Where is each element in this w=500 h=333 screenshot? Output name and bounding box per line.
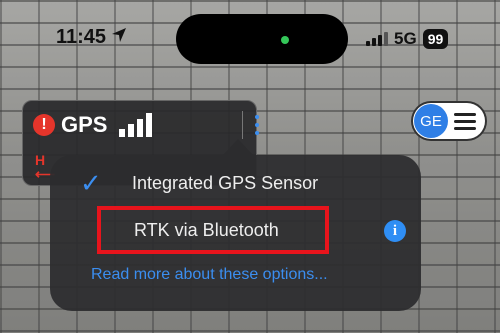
time-text: 11:45 (56, 26, 107, 48)
status-time: 11:45 (56, 26, 127, 49)
dynamic-island (176, 14, 348, 64)
status-indicators: 5G 99 (366, 29, 449, 49)
battery-indicator: 99 (422, 29, 449, 49)
option-integrated-gps[interactable]: ✓ Integrated GPS Sensor (80, 170, 318, 196)
network-type: 5G (394, 29, 417, 48)
warning-icon: ! (33, 114, 55, 136)
hamburger-icon (454, 112, 476, 130)
option-label: RTK via Bluetooth (134, 219, 279, 240)
popover-arrow (222, 139, 254, 156)
camera-indicator-dot (281, 36, 289, 44)
signal-bars-icon (119, 113, 153, 137)
navigation-arrow-icon (111, 26, 127, 49)
kebab-menu-icon[interactable] (250, 109, 264, 141)
ge-label: GE (414, 104, 448, 138)
cellular-signal-icon (366, 32, 388, 46)
gps-label: GPS (61, 112, 108, 137)
info-icon[interactable]: i (384, 220, 406, 242)
option-rtk-bluetooth[interactable]: RTK via Bluetooth (97, 206, 329, 254)
ge-toggle-button[interactable]: GE (413, 103, 485, 139)
read-more-link[interactable]: Read more about these options... (91, 266, 328, 284)
widget-divider (242, 111, 243, 139)
gps-status-header: ! GPS (33, 112, 153, 138)
option-label: Integrated GPS Sensor (132, 172, 319, 193)
checkmark-icon: ✓ (80, 168, 102, 198)
